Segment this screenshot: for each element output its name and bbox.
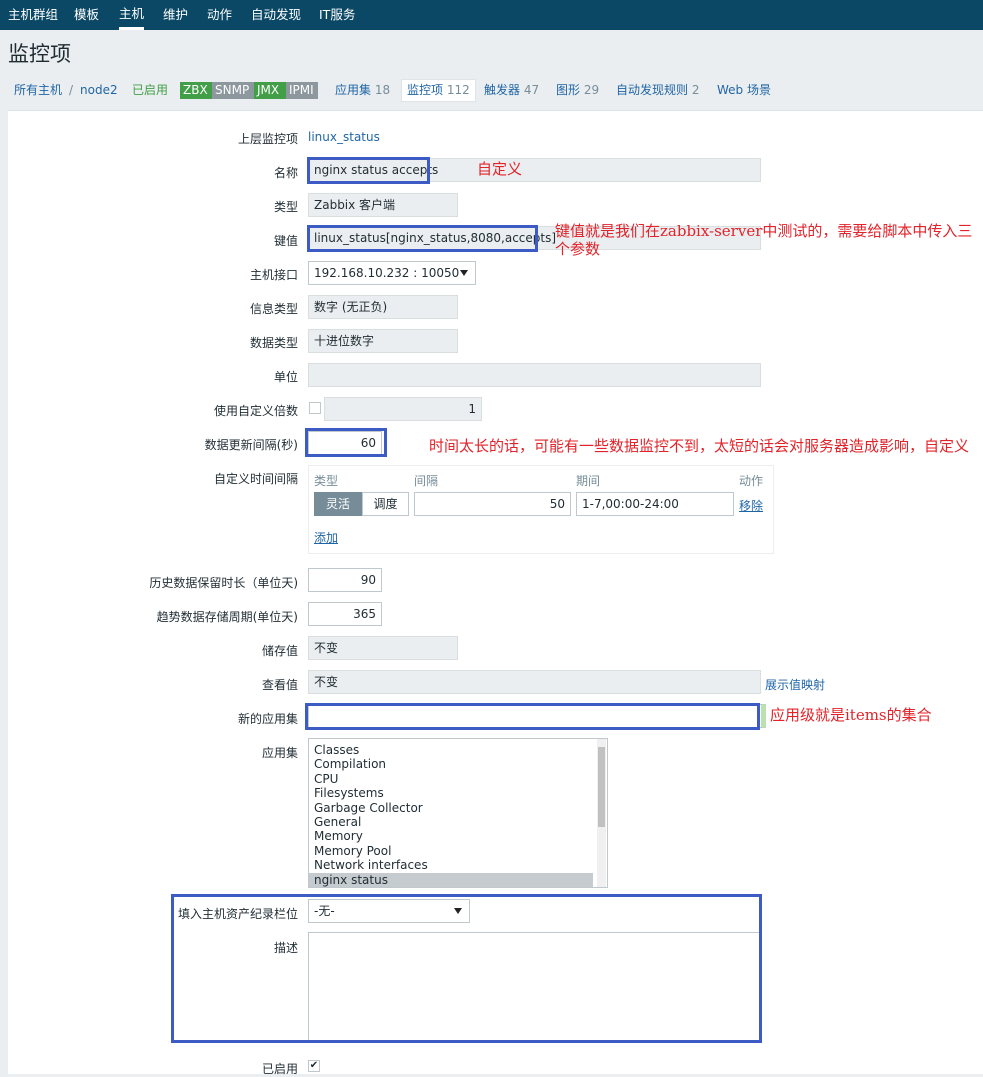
badge-snmp: SNMP bbox=[212, 82, 254, 99]
top-nav: 主机群组 模板 主机 维护 动作 自动发现 IT服务 bbox=[0, 0, 983, 30]
units-label: 单位 bbox=[273, 370, 298, 384]
breadcrumb-separator: / bbox=[69, 83, 74, 97]
col-period-header: 期间 bbox=[576, 474, 601, 488]
store-value-label: 储存值 bbox=[261, 644, 298, 658]
list-item[interactable]: Network interfaces bbox=[309, 858, 593, 872]
list-item[interactable]: Compilation bbox=[309, 757, 593, 771]
nav-maintenance[interactable]: 维护 bbox=[163, 0, 188, 30]
custom-interval-input[interactable]: 50 bbox=[414, 492, 571, 516]
show-value-field: 不变 bbox=[308, 670, 761, 694]
type-field: Zabbix 客户端 bbox=[308, 193, 458, 217]
flexible-toggle[interactable]: 灵活 bbox=[314, 492, 362, 516]
nav-discovery[interactable]: 自动发现 bbox=[251, 0, 301, 30]
multiplier-label: 使用自定义倍数 bbox=[213, 404, 298, 418]
enabled-label: 已启用 bbox=[261, 1062, 298, 1076]
history-label: 历史数据保留时长（单位天) bbox=[149, 576, 298, 590]
new-application-annotation: 应用级就是items的集合 bbox=[770, 706, 932, 724]
nav-actions[interactable]: 动作 bbox=[207, 0, 232, 30]
new-application-label: 新的应用集 bbox=[237, 712, 298, 726]
show-value-label: 查看值 bbox=[261, 678, 298, 692]
nav-templates[interactable]: 模板 bbox=[74, 0, 99, 30]
tab-applications[interactable]: 应用集 18 bbox=[335, 80, 390, 102]
breadcrumb-all-hosts[interactable]: 所有主机 bbox=[14, 80, 62, 102]
col-interval-header: 间隔 bbox=[414, 474, 439, 488]
new-application-input[interactable] bbox=[308, 704, 766, 728]
tab-graphs[interactable]: 图形 29 bbox=[556, 80, 599, 102]
interval-annotation: 时间太长的话，可能有一些数据监控不到，太短的话会对服务器造成影响，自定义 bbox=[429, 437, 970, 455]
description-label: 描述 bbox=[273, 941, 298, 955]
data-type-label: 数据类型 bbox=[249, 336, 298, 350]
chevron-down-icon bbox=[460, 270, 468, 276]
info-type-label: 信息类型 bbox=[249, 302, 298, 316]
list-item[interactable]: Classes bbox=[309, 743, 593, 757]
name-annotation: 自定义 bbox=[477, 160, 523, 178]
key-annotation: 键值就是我们在zabbix-server中测试的，需要给脚本中传入三个参数 bbox=[555, 222, 973, 258]
badge-zbx: ZBX bbox=[180, 82, 212, 99]
tab-items[interactable]: 监控项 112 bbox=[401, 79, 476, 102]
tab-web-scenarios[interactable]: Web 场景 bbox=[717, 80, 771, 102]
chevron-down-icon bbox=[454, 908, 462, 914]
interval-label: 数据更新间隔(秒) bbox=[204, 438, 298, 452]
data-type-field: 十进位数字 bbox=[308, 329, 458, 353]
nav-it-services[interactable]: IT服务 bbox=[319, 0, 355, 30]
tab-triggers[interactable]: 触发器 47 bbox=[484, 80, 539, 102]
type-label: 类型 bbox=[273, 200, 298, 214]
interval-input[interactable]: 60 bbox=[308, 431, 382, 455]
remove-link[interactable]: 移除 bbox=[739, 497, 763, 514]
list-item[interactable]: Filesystems bbox=[309, 786, 593, 800]
host-status-enabled[interactable]: 已启用 bbox=[132, 80, 168, 102]
nav-hosts[interactable]: 主机 bbox=[119, 0, 145, 30]
interface-label: 主机接口 bbox=[249, 268, 298, 282]
list-item[interactable]: Memory Pool bbox=[309, 844, 593, 858]
tab-discovery-rules[interactable]: 自动发现规则 2 bbox=[616, 80, 699, 102]
info-type-field: 数字 (无正负) bbox=[308, 295, 458, 319]
enabled-checkbox[interactable]: ✔ bbox=[308, 1060, 320, 1072]
name-label: 名称 bbox=[273, 166, 298, 180]
breadcrumb-host[interactable]: node2 bbox=[80, 80, 118, 102]
listbox-scroll-thumb[interactable] bbox=[598, 747, 605, 827]
applications-listbox[interactable]: Classes Compilation CPU Filesystems Garb… bbox=[308, 738, 608, 888]
name-field[interactable]: nginx status accepts bbox=[308, 158, 761, 182]
custom-interval-label: 自定义时间间隔 bbox=[213, 472, 298, 486]
list-item-selected[interactable]: nginx status bbox=[309, 872, 593, 887]
multiplier-checkbox[interactable] bbox=[309, 402, 321, 414]
parent-item-label: 上层监控项 bbox=[237, 132, 298, 146]
multiplier-field[interactable]: 1 bbox=[324, 397, 482, 421]
key-label: 键值 bbox=[273, 234, 298, 248]
show-value-mapping-link[interactable]: 展示值映射 bbox=[765, 676, 825, 693]
scheduling-toggle[interactable]: 调度 bbox=[362, 492, 409, 516]
units-field[interactable] bbox=[308, 363, 761, 387]
col-action-header: 动作 bbox=[739, 474, 764, 488]
list-item[interactable]: CPU bbox=[309, 772, 593, 786]
applications-label: 应用集 bbox=[261, 746, 298, 760]
inventory-label: 填入主机资产纪录栏位 bbox=[177, 907, 298, 921]
inventory-select[interactable]: -无- bbox=[308, 899, 470, 923]
interface-select[interactable]: 192.168.10.232 : 10050 bbox=[308, 261, 476, 285]
page-title: 监控项 bbox=[8, 42, 71, 66]
custom-period-input[interactable]: 1-7,00:00-24:00 bbox=[576, 492, 734, 516]
trends-label: 趋势数据存储周期(单位天) bbox=[156, 610, 298, 624]
history-input[interactable]: 90 bbox=[308, 568, 382, 592]
list-item[interactable]: Garbage Collector bbox=[309, 801, 593, 815]
store-value-field: 不变 bbox=[308, 636, 458, 660]
list-item[interactable]: Memory bbox=[309, 829, 593, 843]
list-item[interactable]: General bbox=[309, 815, 593, 829]
trends-input[interactable]: 365 bbox=[308, 602, 382, 626]
parent-item-link[interactable]: linux_status bbox=[308, 130, 380, 144]
badge-ipmi: IPMI bbox=[286, 82, 318, 99]
description-textarea[interactable] bbox=[308, 932, 761, 1041]
nav-host-groups[interactable]: 主机群组 bbox=[8, 0, 58, 30]
add-link[interactable]: 添加 bbox=[314, 529, 338, 546]
col-type-header: 类型 bbox=[314, 474, 339, 488]
badge-jmx: JMX bbox=[254, 82, 286, 99]
